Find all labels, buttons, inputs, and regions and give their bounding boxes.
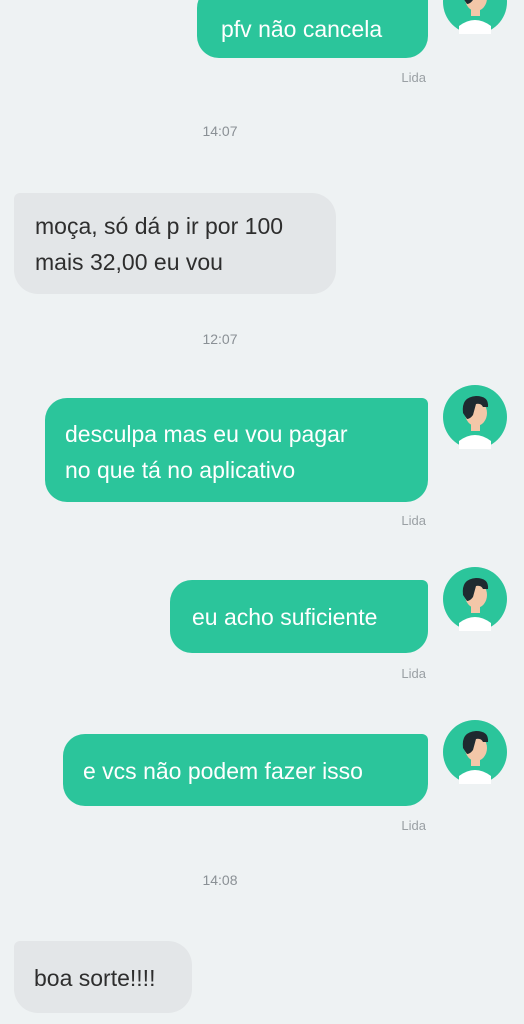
read-status: Lida (401, 666, 426, 681)
message-text: boa sorte!!!! (34, 965, 156, 991)
avatar[interactable] (443, 385, 507, 449)
read-status: Lida (401, 70, 426, 85)
message-text: desculpa mas eu vou pagar (65, 421, 348, 447)
male-driver-avatar-icon (443, 385, 507, 449)
male-driver-avatar-icon (443, 720, 507, 784)
read-status: Lida (401, 818, 426, 833)
timestamp: 14:08 (202, 872, 238, 888)
message-text: mais 32,00 eu vou (35, 249, 223, 275)
message-text: eu acho suficiente (192, 604, 378, 630)
message-text: e vcs não podem fazer isso (83, 758, 363, 784)
message-bubble-incoming[interactable]: moça, só dá p ir por 100 mais 32,00 eu v… (14, 193, 336, 294)
message-text: moça, só dá p ir por 100 (35, 213, 284, 239)
avatar[interactable] (443, 567, 507, 631)
avatar[interactable] (443, 0, 507, 34)
timestamp: 12:07 (202, 331, 238, 347)
message-bubble-incoming[interactable]: boa sorte!!!! (14, 941, 192, 1013)
avatar[interactable] (443, 720, 507, 784)
timestamp: 14:07 (202, 123, 238, 139)
read-status: Lida (401, 513, 426, 528)
message-bubble-outgoing[interactable]: eu acho suficiente (170, 580, 428, 653)
message-bubble-outgoing[interactable]: e vcs não podem fazer isso (63, 734, 428, 806)
male-driver-avatar-icon (443, 567, 507, 631)
message-text: no que tá no aplicativo (65, 457, 296, 483)
message-text: pfv não cancela (221, 16, 383, 42)
message-bubble-outgoing[interactable]: pfv não cancela (197, 0, 428, 58)
message-bubble-outgoing[interactable]: desculpa mas eu vou pagar no que tá no a… (45, 398, 428, 502)
male-driver-avatar-icon (443, 0, 507, 34)
